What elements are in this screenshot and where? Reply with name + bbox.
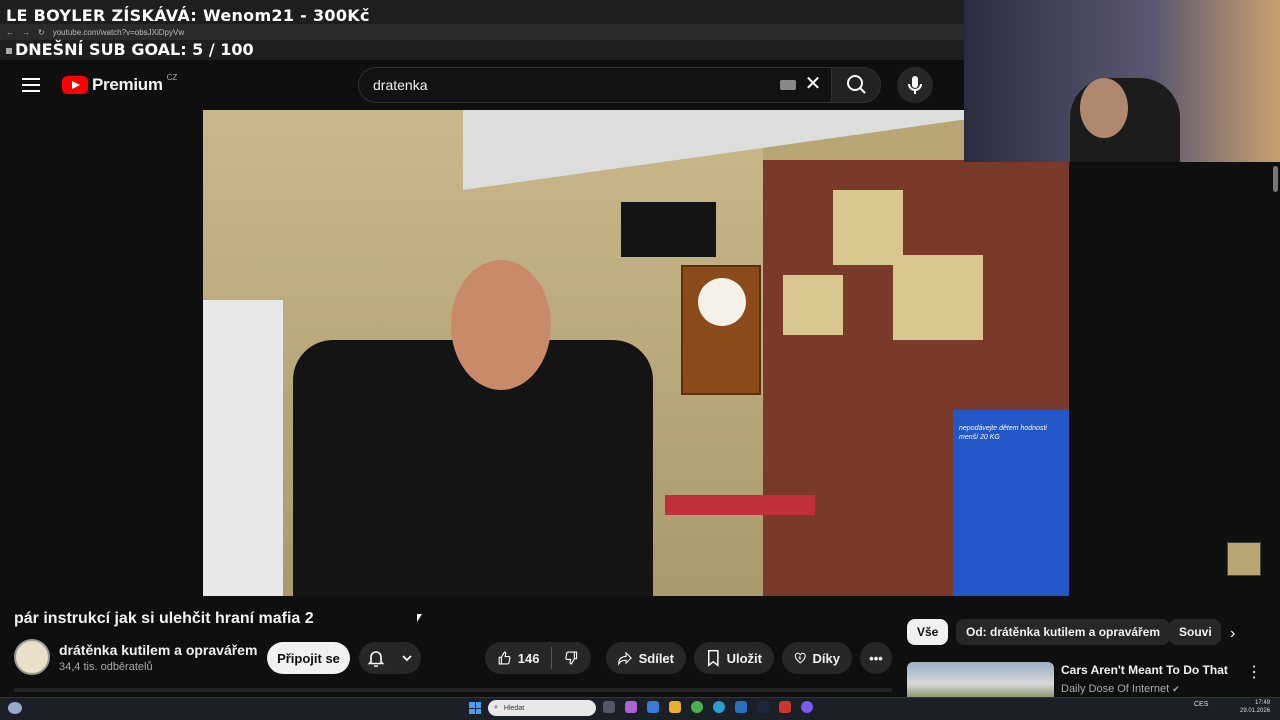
bookmark-icon bbox=[708, 649, 719, 667]
save-label: Uložit bbox=[726, 650, 762, 666]
video-title: pár instrukcí jak si ulehčit hraní mafia… bbox=[14, 610, 314, 627]
share-button[interactable]: Sdílet bbox=[606, 642, 686, 674]
notification-button[interactable] bbox=[359, 642, 421, 674]
webcam-head bbox=[1080, 78, 1128, 138]
logo-text: Premium bbox=[92, 75, 163, 94]
taskbar-search-placeholder: Hledat bbox=[503, 704, 525, 712]
sub-goal-label: DNEŠNÍ SUB GOAL: 5 / 100 bbox=[6, 40, 254, 59]
blue-sign: nepodávejte dětem hodnosti menší 20 KG bbox=[953, 410, 1069, 596]
taskbar-search-icon: ⌕ bbox=[494, 704, 498, 711]
youtube-premium-logo[interactable]: Premium CZ bbox=[62, 72, 178, 95]
browser-address-bar[interactable]: ← → ↻ youtube.com/watch?v=obsJXiDpyVw bbox=[0, 24, 964, 40]
recommendation-title[interactable]: Cars Aren't Meant To Do That bbox=[1061, 663, 1228, 677]
back-icon[interactable]: ← bbox=[6, 28, 14, 37]
heart-dollar-icon: $ bbox=[794, 652, 806, 664]
channel-avatar[interactable] bbox=[14, 639, 50, 675]
app-icon[interactable] bbox=[779, 701, 791, 713]
weather-icon[interactable] bbox=[8, 702, 22, 714]
menu-icon[interactable] bbox=[22, 78, 40, 92]
windows-start-icon[interactable] bbox=[469, 702, 481, 714]
video-player[interactable]: nepodávejte dětem hodnosti menší 20 KG bbox=[203, 110, 1069, 596]
search-icon bbox=[847, 75, 866, 94]
chrome-icon[interactable] bbox=[691, 701, 703, 713]
thanks-button[interactable]: $ Díky bbox=[782, 642, 852, 674]
steam-icon[interactable] bbox=[757, 701, 769, 713]
thanks-label: Díky bbox=[812, 650, 840, 666]
sign-text: nepodávejte dětem hodnosti menší 20 KG bbox=[959, 425, 1047, 441]
thumbs-down-icon[interactable] bbox=[564, 648, 579, 668]
verified-icon: ✔ bbox=[1172, 684, 1180, 694]
recommendation-channel[interactable]: Daily Dose Of Internet ✔ bbox=[1061, 683, 1180, 695]
recommendation-channel-name: Daily Dose Of Internet bbox=[1061, 683, 1170, 695]
drawing-poster bbox=[783, 275, 843, 335]
sub-goal-text: DNEŠNÍ SUB GOAL: 5 / 100 bbox=[15, 40, 254, 59]
like-count[interactable]: 146 bbox=[518, 651, 540, 666]
app-icon[interactable] bbox=[625, 701, 637, 713]
channel-watermark[interactable] bbox=[1227, 542, 1261, 576]
search-button[interactable] bbox=[831, 67, 881, 103]
video-frame-head bbox=[451, 260, 551, 390]
bell-icon bbox=[367, 651, 384, 667]
video-frame-curtain bbox=[203, 300, 283, 596]
taskbar-date: 29.01.2026 bbox=[1240, 708, 1271, 714]
share-label: Sdílet bbox=[638, 650, 674, 666]
app-icon[interactable] bbox=[735, 701, 747, 713]
chip-related[interactable]: Souvi bbox=[1169, 619, 1221, 645]
search-input[interactable]: dratenka bbox=[358, 67, 832, 103]
kebab-menu-icon[interactable]: ⋮ bbox=[1246, 662, 1262, 682]
goal-icon bbox=[6, 47, 12, 54]
task-view-icon[interactable] bbox=[603, 701, 615, 713]
chevron-down-icon bbox=[401, 655, 412, 662]
save-button[interactable]: Uložit bbox=[694, 642, 774, 674]
drawing-poster bbox=[833, 190, 903, 265]
chip-from-channel[interactable]: Od: drátěnka kutilem a opravářem bbox=[956, 619, 1171, 645]
reload-icon[interactable]: ↻ bbox=[38, 28, 45, 37]
app-icon[interactable] bbox=[801, 701, 813, 713]
more-icon: ••• bbox=[869, 650, 883, 666]
system-tray[interactable]: CES bbox=[1160, 701, 1208, 708]
scrollbar-thumb[interactable] bbox=[1273, 166, 1278, 192]
more-actions-button[interactable]: ••• bbox=[860, 642, 892, 674]
drawing-poster bbox=[893, 255, 983, 340]
forward-icon[interactable]: → bbox=[22, 28, 30, 37]
tray-lang[interactable]: CES bbox=[1194, 701, 1208, 708]
mouse-cursor bbox=[417, 614, 422, 622]
thumbs-up-icon[interactable] bbox=[497, 648, 512, 668]
share-icon bbox=[618, 651, 632, 666]
address-url[interactable]: youtube.com/watch?v=obsJXiDpyVw bbox=[53, 28, 184, 37]
video-frame-table bbox=[665, 495, 815, 515]
chevron-right-icon[interactable]: › bbox=[1230, 625, 1235, 643]
description-box-edge bbox=[14, 688, 892, 692]
mic-icon bbox=[908, 76, 922, 94]
svg-text:$: $ bbox=[799, 655, 802, 661]
channel-name[interactable]: drátěnka kutilem a opravářem bbox=[59, 642, 257, 658]
taskbar-time: 17:49 bbox=[1255, 700, 1271, 706]
search-value[interactable]: dratenka bbox=[373, 77, 427, 93]
chip-all[interactable]: Vše bbox=[907, 619, 949, 645]
like-divider bbox=[551, 647, 553, 669]
like-dislike-group: 146 bbox=[485, 642, 591, 674]
app-icon[interactable] bbox=[647, 701, 659, 713]
edge-icon[interactable] bbox=[713, 701, 725, 713]
donation-alert-title: LE BOYLER ZÍSKÁVÁ: Wenom21 - 300Kč bbox=[6, 6, 370, 25]
taskbar-clock[interactable]: 17:49 29.01.2026 bbox=[1240, 699, 1270, 715]
windows-taskbar bbox=[0, 697, 1280, 720]
recommendation-thumbnail[interactable] bbox=[907, 662, 1054, 702]
keyboard-icon[interactable] bbox=[780, 80, 796, 90]
taskbar-search[interactable]: ⌕ Hledat bbox=[488, 700, 596, 716]
video-frame-tv bbox=[621, 202, 716, 257]
subscriber-count: 34,4 tis. odběratelů bbox=[59, 661, 153, 673]
clear-icon[interactable]: ✕ bbox=[803, 74, 823, 94]
folder-icon[interactable] bbox=[669, 701, 681, 713]
region-code: CZ bbox=[166, 72, 178, 82]
youtube-play-icon bbox=[62, 76, 88, 94]
clock-face bbox=[698, 278, 746, 326]
voice-search-button[interactable] bbox=[897, 67, 933, 103]
join-button[interactable]: Připojit se bbox=[267, 642, 350, 674]
